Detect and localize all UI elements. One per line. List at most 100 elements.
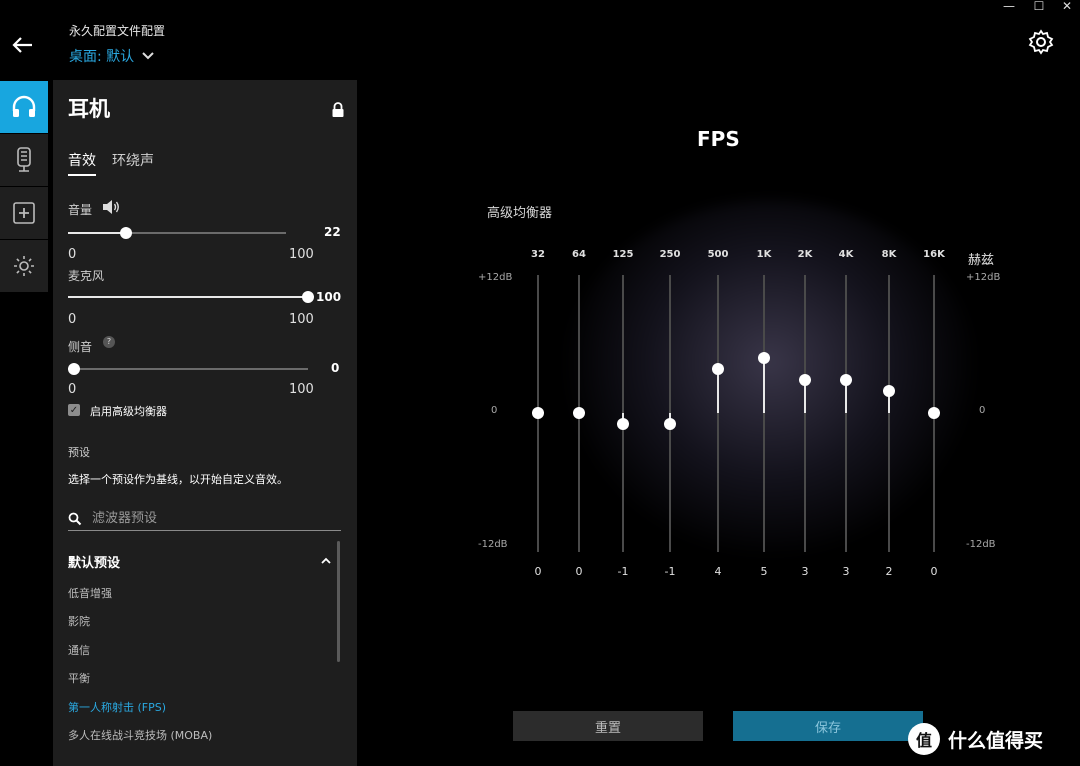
rail-microphone-button[interactable]	[0, 134, 48, 186]
back-button[interactable]	[8, 30, 38, 60]
eq-band-value: 3	[842, 565, 850, 578]
headset-panel: 耳机 音效 环绕声 音量 22 0 100 麦克风 100 0 100 侧音 ?…	[53, 80, 357, 766]
preset-item[interactable]: 多人在线战斗竞技场 (MOBA)	[68, 727, 212, 743]
eq-band-frequency: 250	[659, 249, 681, 260]
eq-band-frequency: 125	[612, 249, 634, 260]
preset-item-active[interactable]: 第一人称射击 (FPS)	[68, 699, 166, 715]
mic-slider-fill	[68, 296, 308, 298]
chevron-down-icon	[142, 52, 154, 60]
mic-value: 100	[316, 290, 342, 304]
db-bottom-left: -12dB	[478, 539, 508, 550]
db-mid-left: 0	[491, 405, 498, 416]
settings-button[interactable]	[1028, 29, 1054, 55]
eq-band-frequency: 8K	[881, 249, 897, 260]
rail-lighting-button[interactable]	[0, 240, 48, 292]
eq-band-track[interactable]	[888, 275, 890, 552]
preset-heading: 预设	[68, 446, 90, 459]
watermark-logo: 值 什么值得买	[908, 722, 1043, 756]
profile-dropdown[interactable]: 桌面: 默认	[69, 46, 154, 66]
preset-item[interactable]: 平衡	[68, 670, 90, 686]
volume-min: 0	[68, 247, 77, 262]
eq-band-value: 4	[714, 565, 722, 578]
eq-band-frequency: 16K	[923, 249, 945, 260]
sidetone-min: 0	[68, 382, 77, 397]
watermark-circle: 值	[908, 723, 940, 755]
help-icon[interactable]: ?	[103, 336, 115, 348]
eq-band-value: 3	[801, 565, 809, 578]
eq-band-thumb[interactable]	[840, 373, 852, 386]
volume-max: 100	[289, 247, 314, 262]
eq-band-track[interactable]	[717, 275, 719, 552]
reset-button[interactable]: 重置	[513, 711, 703, 741]
eq-band-thumb[interactable]	[758, 351, 770, 364]
mic-slider-thumb[interactable]	[302, 291, 314, 303]
db-top-right: +12dB	[966, 272, 1001, 283]
close-button[interactable]: ✕	[1058, 0, 1076, 14]
db-mid-right: 0	[979, 405, 986, 416]
eq-band-frequency: 4K	[838, 249, 854, 260]
save-button[interactable]: 保存	[733, 711, 923, 741]
sidetone-slider-thumb[interactable]	[68, 363, 80, 375]
rail-headset-button[interactable]	[0, 81, 48, 133]
sidetone-label: 侧音	[68, 340, 93, 354]
mic-max: 100	[289, 312, 314, 327]
volume-slider-fill	[68, 232, 125, 234]
headset-icon	[12, 95, 36, 117]
db-bottom-right: -12dB	[966, 539, 996, 550]
eq-band-thumb[interactable]	[712, 362, 724, 375]
preset-scrollbar[interactable]	[337, 541, 340, 662]
default-presets-heading[interactable]: 默认预设	[68, 552, 120, 571]
eq-band-value: -1	[617, 565, 629, 578]
volume-slider-thumb[interactable]	[120, 227, 132, 239]
eq-band-value: -1	[664, 565, 676, 578]
eq-band-value: 0	[930, 565, 938, 578]
search-icon	[68, 512, 82, 526]
tab-surround[interactable]: 环绕声	[112, 150, 154, 170]
watermark-text: 什么值得买	[948, 729, 1044, 752]
eq-band-thumb[interactable]	[617, 418, 629, 431]
eq-band-thumb[interactable]	[532, 407, 544, 419]
add-icon	[13, 202, 35, 224]
minimize-button[interactable]: —	[1000, 0, 1018, 14]
eq-band-value: 5	[760, 565, 768, 578]
volume-value: 22	[324, 225, 341, 239]
speaker-icon	[101, 199, 121, 219]
volume-label: 音量	[68, 203, 93, 217]
eq-band-track[interactable]	[845, 275, 847, 552]
eq-unit-label: 赫兹	[968, 253, 995, 268]
eq-band-track[interactable]	[804, 275, 806, 552]
eq-band-value: 0	[575, 565, 583, 578]
eq-band-thumb[interactable]	[799, 373, 811, 386]
chevron-up-icon[interactable]	[321, 557, 331, 564]
mic-min: 0	[68, 312, 77, 327]
preset-item[interactable]: 通信	[68, 642, 90, 658]
eq-band-frequency: 500	[707, 249, 729, 260]
eq-band-fill	[717, 368, 719, 413]
maximize-button[interactable]: ☐	[1030, 0, 1048, 14]
mic-label: 麦克风	[68, 269, 105, 283]
eq-band-thumb[interactable]	[664, 418, 676, 431]
eq-band-value: 2	[885, 565, 893, 578]
profile-label: 永久配置文件配置	[69, 24, 166, 38]
eq-band-thumb[interactable]	[573, 407, 585, 419]
advanced-eq-checkbox[interactable]: ✓	[68, 404, 80, 416]
eq-band-value: 0	[534, 565, 542, 578]
preset-item[interactable]: 影院	[68, 613, 90, 629]
preset-search-input[interactable]	[92, 509, 332, 527]
eq-band-fill	[763, 357, 765, 413]
lighting-icon	[14, 256, 34, 276]
eq-band-thumb[interactable]	[883, 384, 895, 397]
eq-band-track[interactable]	[763, 275, 765, 552]
preset-search	[68, 509, 341, 531]
rail-add-button[interactable]	[0, 187, 48, 239]
sidetone-slider-track[interactable]	[68, 368, 308, 370]
tab-sound-effects[interactable]: 音效	[68, 150, 96, 176]
eq-preset-title: FPS	[697, 127, 740, 151]
eq-band-thumb[interactable]	[928, 407, 940, 419]
eq-band-frequency: 32	[531, 249, 545, 260]
gear-icon	[1028, 29, 1054, 55]
preset-item[interactable]: 低音增强	[68, 585, 112, 601]
panel-title: 耳机	[68, 97, 110, 121]
arrow-left-icon	[12, 37, 32, 53]
eq-band-frequency: 64	[572, 249, 586, 260]
